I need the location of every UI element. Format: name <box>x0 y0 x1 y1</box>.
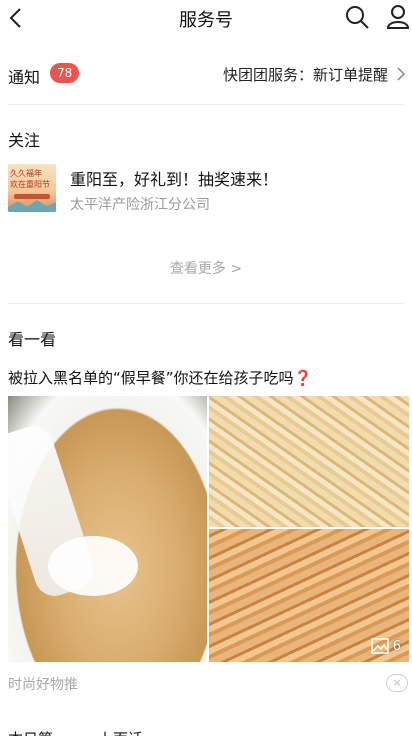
user-icon[interactable] <box>386 4 410 30</box>
article-title[interactable]: 被拉入黑名单的“假早餐”你还在给孩子吃吗❓ <box>8 367 312 388</box>
notification-label: 通知 <box>8 68 41 87</box>
notification-row[interactable]: 通知 78 快团团服务：新订单提醒 <box>0 56 412 90</box>
follow-item-title: 重阳至，好礼到！抽奖速来！ <box>70 170 279 189</box>
article-image-oat-closeup[interactable]: 6 <box>209 529 409 662</box>
article-image-grid[interactable]: 6 <box>8 396 409 662</box>
account-thumbnail: 久久福年 欢在重阳节 <box>8 164 56 212</box>
top-bar: 服务号 <box>0 0 412 36</box>
discover-section-title: 看一看 <box>8 330 57 349</box>
next-article-title[interactable]: 本日第一……上面话 <box>8 728 143 736</box>
chevron-right-icon <box>397 67 406 81</box>
divider <box>8 303 404 304</box>
follow-section-title: 关注 <box>8 131 41 150</box>
article-source: 时尚好物推 <box>8 677 78 693</box>
divider <box>8 104 404 105</box>
search-icon[interactable] <box>344 4 370 30</box>
article-image-milk-oats[interactable] <box>8 396 207 662</box>
close-icon[interactable]: × <box>386 674 408 692</box>
article-image-oat-flakes[interactable] <box>209 396 409 527</box>
follow-item[interactable]: 久久福年 欢在重阳节 重阳至，好礼到！抽奖速来！ 太平洋产险浙江分公司 <box>8 164 404 216</box>
service-notice-text[interactable]: 快团团服务：新订单提醒 <box>223 64 388 85</box>
image-count: 6 <box>370 638 401 654</box>
follow-item-account: 太平洋产险浙江分公司 <box>70 197 210 213</box>
question-mark-emoji: ❓ <box>293 369 313 387</box>
notification-count-badge: 78 <box>50 63 80 83</box>
view-more-link[interactable]: 查看更多 > <box>0 258 412 278</box>
image-count-icon <box>370 638 389 654</box>
